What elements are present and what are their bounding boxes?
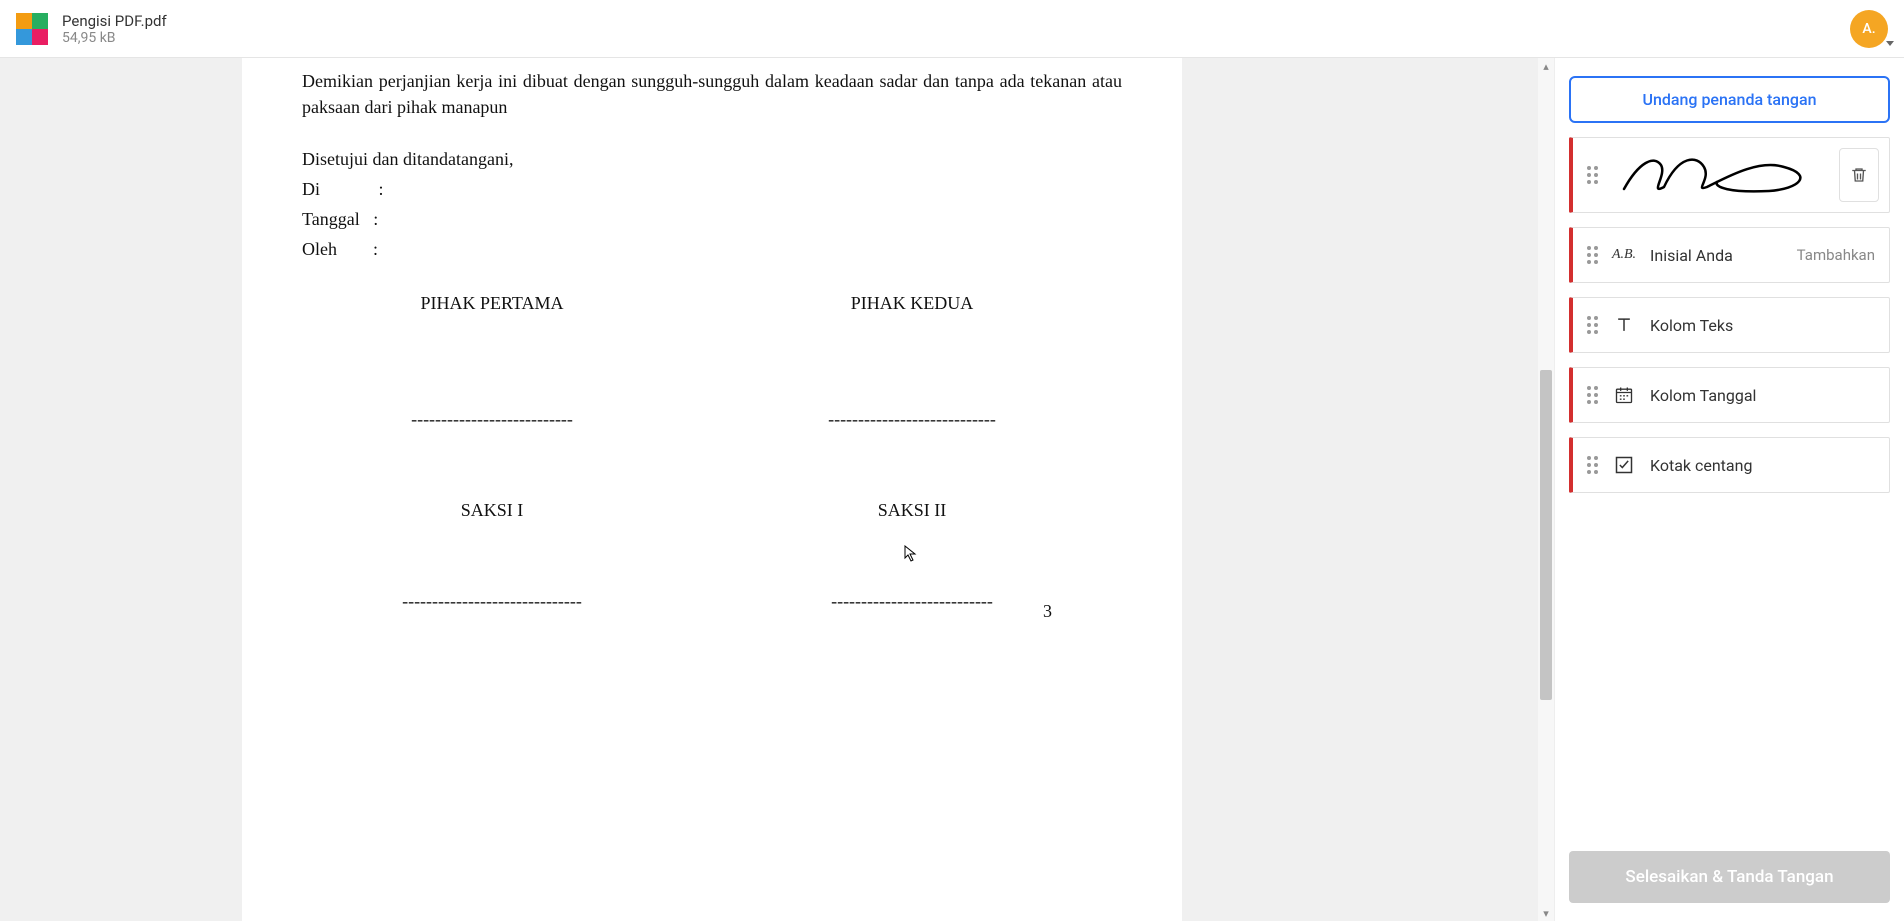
witness-2-line: ---------------------------: [772, 591, 1052, 612]
app-header: Pengisi PDF.pdf 54,95 kB A.: [0, 0, 1904, 58]
text-field-tool[interactable]: Kolom Teks: [1569, 297, 1890, 353]
initials-label: Inisial Anda: [1650, 246, 1733, 265]
line-oleh: Oleh :: [302, 236, 1122, 262]
scroll-up-icon[interactable]: ▴: [1538, 58, 1554, 74]
drag-handle-icon[interactable]: [1587, 456, 1598, 474]
checkbox-tool[interactable]: Kotak centang: [1569, 437, 1890, 493]
drag-handle-icon[interactable]: [1587, 386, 1598, 404]
document-page: Demikian perjanjian kerja ini dibuat den…: [242, 58, 1182, 921]
scrollbar[interactable]: ▴ ▾: [1538, 58, 1554, 921]
tools-sidebar: Undang penanda tangan A.B. Inisial Anda …: [1554, 58, 1904, 921]
scroll-down-icon[interactable]: ▾: [1538, 905, 1554, 921]
witness-1-line: ------------------------------: [352, 591, 632, 612]
party-2-line: ----------------------------: [772, 409, 1052, 430]
user-avatar[interactable]: A.: [1850, 10, 1888, 48]
document-viewer[interactable]: Demikian perjanjian kerja ini dibuat den…: [0, 58, 1554, 921]
date-field-tool[interactable]: Kolom Tanggal: [1569, 367, 1890, 423]
text-label: Kolom Teks: [1650, 316, 1733, 335]
text-icon: [1612, 315, 1636, 335]
initials-tool[interactable]: A.B. Inisial Anda Tambahkan: [1569, 227, 1890, 283]
checkbox-icon: [1612, 455, 1636, 475]
initials-icon: A.B.: [1612, 247, 1636, 263]
paragraph: Demikian perjanjian kerja ini dibuat den…: [302, 58, 1122, 120]
drag-handle-icon[interactable]: [1587, 166, 1598, 184]
signature-preview: [1612, 147, 1825, 203]
witness-2-heading: SAKSI II: [772, 500, 1052, 521]
scroll-thumb[interactable]: [1540, 370, 1552, 700]
trash-icon: [1850, 166, 1868, 184]
party-2-heading: PIHAK KEDUA: [772, 293, 1052, 314]
delete-signature-button[interactable]: [1839, 148, 1879, 202]
party-1-line: ---------------------------: [352, 409, 632, 430]
line-tanggal: Tanggal :: [302, 206, 1122, 232]
date-label: Kolom Tanggal: [1650, 386, 1756, 405]
calendar-icon: [1612, 385, 1636, 405]
witness-1-heading: SAKSI I: [352, 500, 632, 521]
signature-tool[interactable]: [1569, 137, 1890, 213]
checkbox-label: Kotak centang: [1650, 456, 1752, 475]
app-logo: [16, 13, 48, 45]
line-di: Di :: [302, 176, 1122, 202]
drag-handle-icon[interactable]: [1587, 246, 1598, 264]
file-meta: Pengisi PDF.pdf 54,95 kB: [62, 12, 167, 46]
line-agreed: Disetujui dan ditandatangani,: [302, 146, 1122, 172]
party-1-heading: PIHAK PERTAMA: [352, 293, 632, 314]
file-name: Pengisi PDF.pdf: [62, 12, 167, 30]
file-size: 54,95 kB: [62, 30, 167, 46]
drag-handle-icon[interactable]: [1587, 316, 1598, 334]
add-initials-action[interactable]: Tambahkan: [1797, 246, 1875, 264]
invite-signer-button[interactable]: Undang penanda tangan: [1569, 76, 1890, 123]
finish-sign-button[interactable]: Selesaikan & Tanda Tangan: [1569, 851, 1890, 903]
page-number: 3: [1043, 601, 1052, 622]
